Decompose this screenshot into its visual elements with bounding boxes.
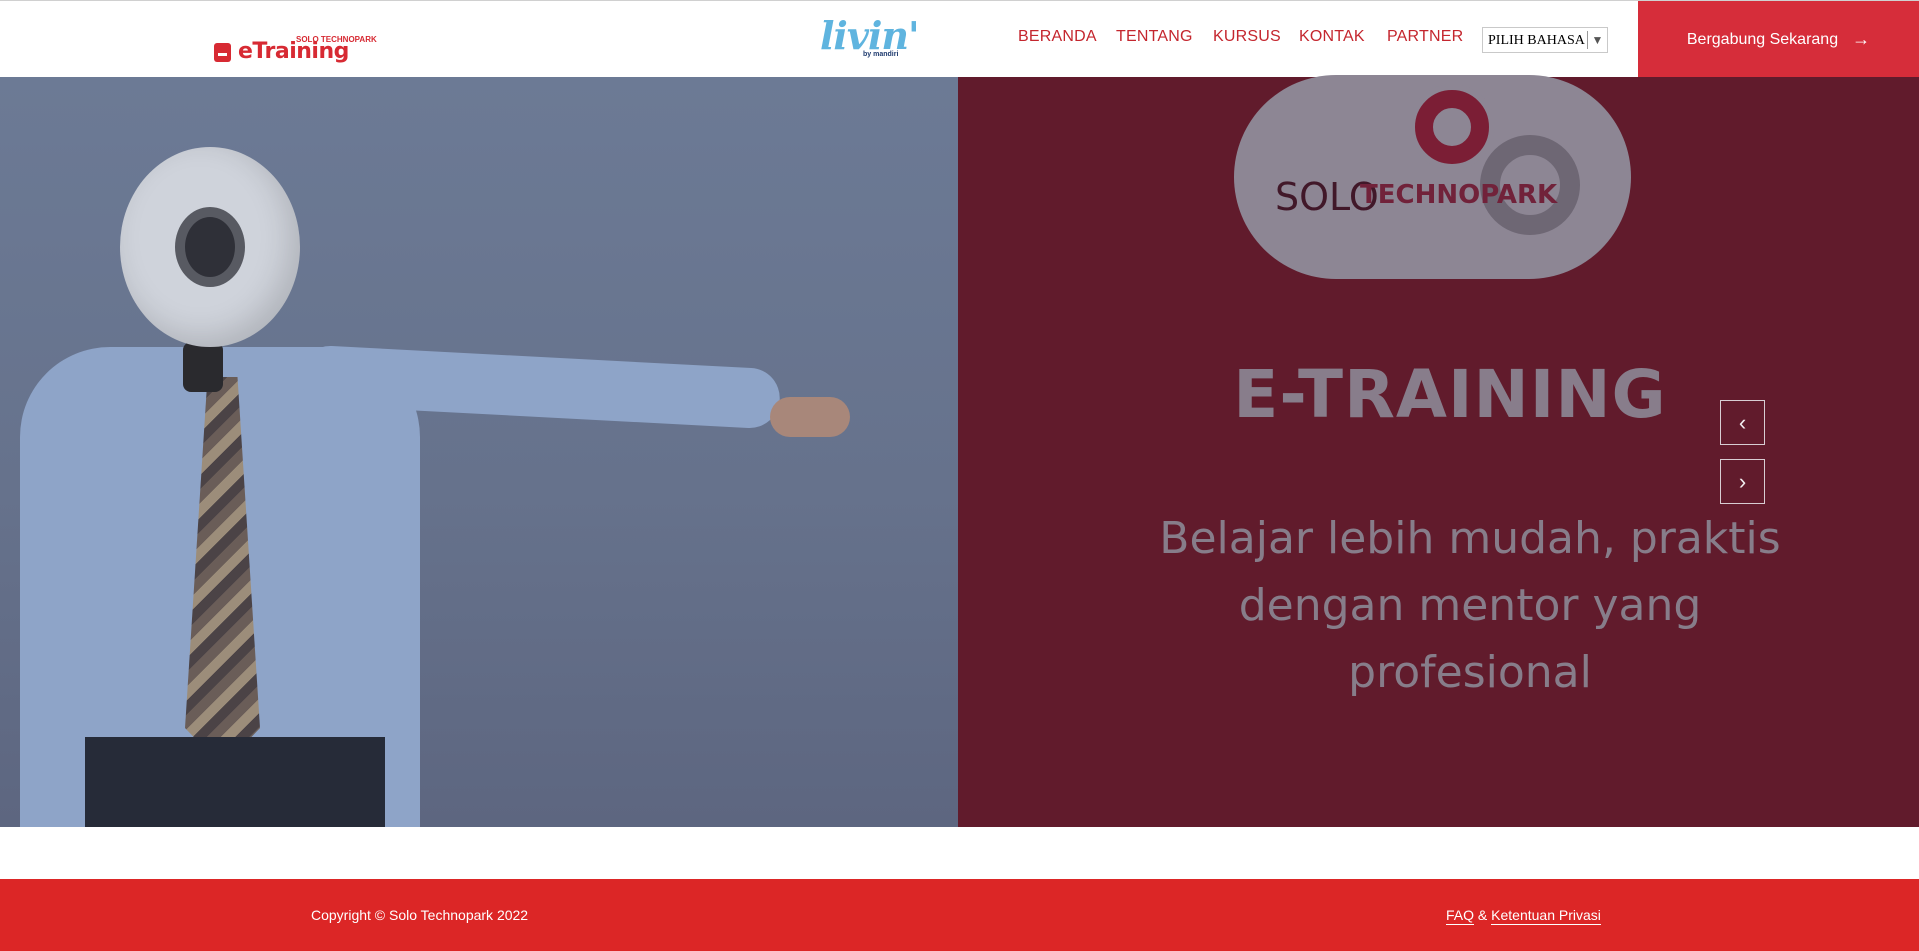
slider-next-button[interactable]: › [1720,459,1765,504]
photo-hand [770,397,850,437]
slider-prev-button[interactable]: ‹ [1720,400,1765,445]
megaphone-core [175,207,245,287]
chevron-right-icon: › [1738,468,1747,494]
language-select-value: PILIH BAHASA [1488,33,1585,48]
gear-icon [1415,90,1489,164]
arrow-right-icon: → [1852,29,1871,49]
nav-tentang[interactable]: TENTANG [1116,28,1193,46]
footer-amp: & [1477,907,1488,923]
join-now-button[interactable]: Bergabung Sekarang → [1638,1,1919,78]
nav-kursus[interactable]: KURSUS [1213,28,1281,46]
etraining-logo[interactable]: SOLO TECHNOPARK eTraining [214,15,377,67]
join-now-label: Bergabung Sekarang [1686,30,1839,48]
photo-pants [85,737,385,827]
book-icon [214,43,231,62]
chevron-left-icon: ‹ [1738,409,1747,435]
top-navbar: SOLO TECHNOPARK eTraining livin' by mand… [0,0,1919,78]
footer: Copyright © Solo Technopark 2022 FAQ & K… [0,879,1919,951]
nav-kontak[interactable]: KONTAK [1299,28,1365,46]
copyright-text: Copyright © Solo Technopark 2022 [311,907,529,923]
footer-links: FAQ & Ketentuan Privasi [1446,907,1601,925]
photo-megaphone-handle [183,342,223,392]
nav-partner[interactable]: PARTNER [1387,28,1463,46]
logo-text: eTraining [238,39,349,64]
badge-technopark-text: TECHNOPARK [1360,180,1558,210]
language-select[interactable]: PILIH BAHASA ▼ [1482,27,1608,53]
hero-photo-megaphone-man [0,77,958,827]
livin-mandiri-logo[interactable]: livin' by mandiri [820,13,920,63]
nav-beranda[interactable]: BERANDA [1018,28,1097,46]
livin-by-mandiri: by mandiri [863,51,899,58]
hero-slider [0,77,1919,827]
hero-title: E-TRAINING [1233,356,1667,433]
faq-link[interactable]: FAQ [1446,907,1475,925]
hero-subtitle: Belajar lebih mudah, praktis dengan ment… [1159,513,1781,698]
dropdown-arrow-icon: ▼ [1587,31,1607,49]
privacy-link[interactable]: Ketentuan Privasi [1491,907,1601,925]
